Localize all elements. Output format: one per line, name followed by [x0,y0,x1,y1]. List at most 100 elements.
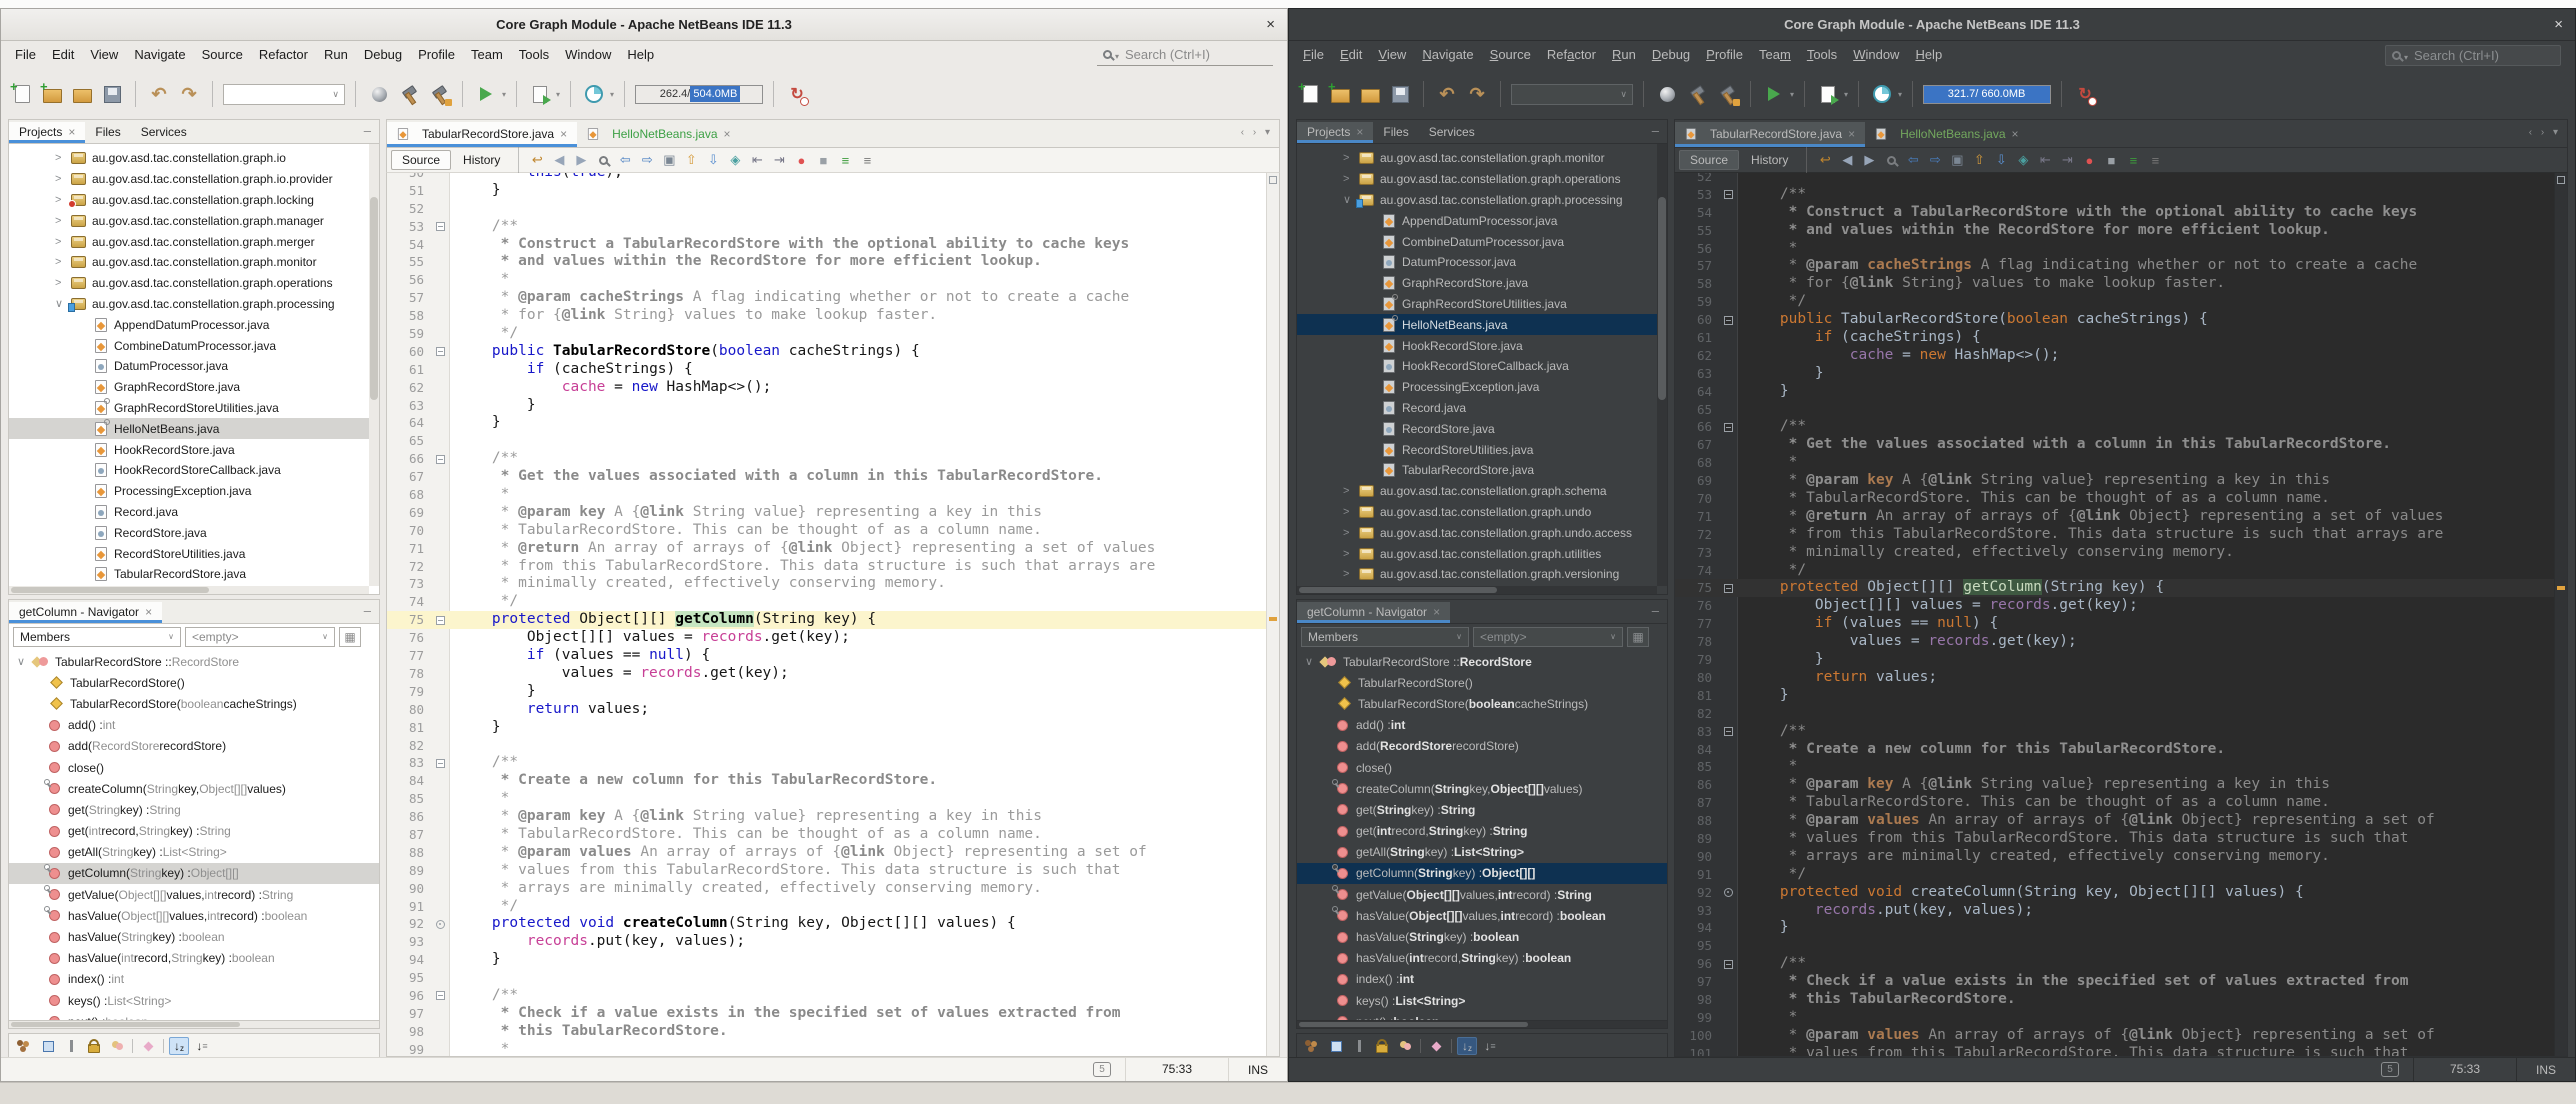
navigator-item[interactable]: add() : int [1297,715,1667,736]
code-line[interactable]: 77 if (values == null) { [1675,615,2554,633]
tree-item-file[interactable]: Record.java [1297,398,1667,419]
close-icon[interactable]: × [1433,605,1440,619]
notifications-badge[interactable]: 5 [2381,1062,2399,1077]
code-line[interactable]: 61 if (cacheStrings) { [387,361,1266,379]
code-line[interactable]: 78 values = records.get(key); [1675,633,2554,651]
code-line[interactable]: 66 /** [1675,418,2554,436]
previous-occurrence-icon[interactable]: ⇦ [615,150,635,170]
code-line[interactable]: 55 * and values within the RecordStore f… [387,253,1266,271]
shift-left-icon[interactable]: ⇤ [2035,150,2055,170]
code-line[interactable]: 92 protected void createColumn(String ke… [1675,884,2554,902]
code-line[interactable]: 71 * @return An array of arrays of {@lin… [387,540,1266,558]
chevron-collapsed-icon[interactable]: > [1343,485,1359,497]
find-selection-icon[interactable] [593,150,613,170]
view-toggle-history[interactable]: History [1741,151,1798,169]
tree-vertical-scrollbar[interactable] [1657,144,1667,586]
fold-collapse-icon[interactable] [436,991,445,1000]
tree-item-package[interactable]: >au.gov.asd.tac.constellation.graph.undo [1297,502,1667,523]
navigator-item[interactable]: get(int record, String key) : String [9,821,379,842]
code-line[interactable]: 74 */ [387,593,1266,611]
fold-collapse-icon[interactable] [436,347,445,356]
code-line[interactable]: 73 * minimally created, effectively cons… [387,575,1266,593]
show-inherited-icon[interactable] [1303,1037,1323,1055]
close-icon[interactable]: × [145,605,152,619]
menu-item-file[interactable]: File [7,41,44,69]
navigator-item[interactable]: getColumn(String key) : Object[][] [1297,863,1667,884]
code-line[interactable]: 63 } [387,397,1266,415]
code-line[interactable]: 97 * Check if a value exists in the spec… [1675,973,2554,991]
navigator-item[interactable]: close() [1297,757,1667,778]
tree-vertical-scrollbar[interactable] [369,144,379,586]
code-line[interactable]: 98 * this TabularRecordStore. [387,1023,1266,1041]
navigator-item[interactable]: ∨TabularRecordStore :: RecordStore [1297,651,1667,672]
move-up-icon[interactable]: ⇧ [1969,150,1989,170]
stop-macro-icon[interactable]: ■ [813,150,833,170]
code-line[interactable]: 90 * arrays are minimally created, effec… [387,880,1266,898]
view-toggle-source[interactable]: Source [1679,150,1739,170]
code-line[interactable]: 95 [387,969,1266,987]
chevron-collapsed-icon[interactable]: > [1343,506,1359,518]
code-line[interactable]: 65 [1675,401,2554,419]
code-line[interactable]: 75 protected Object[][] getColumn(String… [387,611,1266,629]
navigator-item[interactable]: TabularRecordStore() [1297,672,1667,693]
code-line[interactable]: 67 * Get the values associated with a co… [387,468,1266,486]
tree-item-package[interactable]: >au.gov.asd.tac.constellation.graph.vers… [1297,564,1667,585]
navigator-item[interactable]: next() : boolean [1297,1011,1667,1021]
code-line[interactable]: 99 * [387,1041,1266,1056]
last-edit-location-icon[interactable]: ↩ [1815,150,1835,170]
navigator-item[interactable]: getColumn(String key) : Object[][] [9,863,379,884]
code-line[interactable]: 73 * minimally created, effectively cons… [1675,544,2554,562]
close-icon[interactable]: × [1356,125,1363,139]
toggle-breakpoint-icon[interactable]: ● [2079,150,2099,170]
code-line[interactable]: 80 return values; [1675,669,2554,687]
fold-collapse-icon[interactable] [436,759,445,768]
last-edit-location-icon[interactable]: ↩ [527,150,547,170]
navigator-scope-select[interactable]: Members∨ [1301,627,1469,647]
clean-build-button[interactable] [426,81,452,107]
navigator-item[interactable]: hasValue(String key) : boolean [9,926,379,947]
navigator-item[interactable]: close() [9,757,379,778]
code-line[interactable]: 88 * @param values An array of arrays of… [1675,812,2554,830]
find-selection-icon[interactable] [1881,150,1901,170]
view-toggle-history[interactable]: History [453,151,510,169]
fold-collapse-icon[interactable] [436,222,445,231]
tree-item-file[interactable]: TabularRecordStore.java [9,564,379,585]
code-line[interactable]: 88 * @param values An array of arrays of… [387,844,1266,862]
tree-item-file[interactable]: AppendDatumProcessor.java [9,314,379,335]
chevron-down-icon[interactable]: ▾ [1844,90,1848,99]
navigator-item[interactable]: next() : boolean [9,1011,379,1021]
tab-navigator[interactable]: getColumn - Navigator × [1297,602,1450,623]
shift-right-icon[interactable]: ⇥ [769,150,789,170]
code-line[interactable]: 55 * and values within the RecordStore f… [1675,222,2554,240]
code-line[interactable]: 87 * TabularRecordStore. This can be tho… [1675,794,2554,812]
code-line[interactable]: 53 /** [387,218,1266,236]
chevron-collapsed-icon[interactable]: > [55,256,71,268]
navigator-item[interactable]: index() : int [1297,969,1667,990]
navigator-item[interactable]: createColumn(String key, Object[][] valu… [9,778,379,799]
menu-item-tools[interactable]: Tools [511,41,557,69]
tab-navigator[interactable]: getColumn - Navigator × [9,602,162,623]
previous-occurrence-icon[interactable]: ⇦ [1903,150,1923,170]
globe-button[interactable] [1654,81,1680,107]
navigator-item[interactable]: get(String key) : String [1297,799,1667,820]
menu-item-edit[interactable]: Edit [1332,41,1370,69]
view-toggle-source[interactable]: Source [391,150,451,170]
comment-icon[interactable]: ≡ [835,150,855,170]
navigator-item[interactable]: hasValue(Object[][] values, int record) … [9,905,379,926]
code-line[interactable]: 64 } [1675,383,2554,401]
show-inherited-icon[interactable] [15,1037,35,1055]
tree-item-file[interactable]: RecordStoreUtilities.java [1297,439,1667,460]
tree-item-file[interactable]: DatumProcessor.java [1297,252,1667,273]
navigator-horizontal-scrollbar[interactable] [1296,1021,1668,1029]
code-line[interactable]: 67 * Get the values associated with a co… [1675,436,2554,454]
show-inner-classes-icon[interactable] [107,1037,127,1055]
new-file-button[interactable] [1297,81,1323,107]
code-line[interactable]: 89 * values from this TabularRecordStore… [387,862,1266,880]
close-icon[interactable]: × [2012,127,2019,141]
memory-usage-indicator[interactable]: 321.7/660.0MB [1923,85,2051,104]
tree-item-package[interactable]: >au.gov.asd.tac.constellation.graph.io [9,148,379,169]
code-line[interactable]: 59 */ [387,325,1266,343]
quick-search-input[interactable]: ▾ Search (Ctrl+I) [2385,45,2561,66]
show-static-icon[interactable] [1349,1037,1369,1055]
search-dropdown-icon[interactable]: ▾ [2404,53,2408,62]
